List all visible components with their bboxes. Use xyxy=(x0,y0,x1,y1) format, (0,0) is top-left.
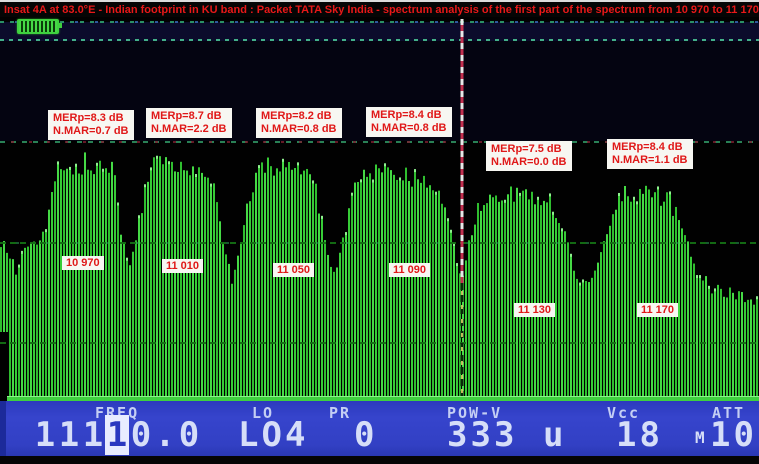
battery-icon xyxy=(17,19,59,34)
status-bar: FREQ LO PR POW-V Vcc ATT 11110.0 LO4 0 3… xyxy=(0,401,759,456)
nmar-value: N.MAR=0.8 dB xyxy=(261,123,337,136)
freq-digit[interactable]: 1 xyxy=(33,415,57,455)
nmar-value: N.MAR=1.1 dB xyxy=(612,154,688,167)
powv-value: 333 xyxy=(447,415,517,455)
merp-value: MERp=7.5 dB xyxy=(491,143,567,156)
freq-digit[interactable]: 1 xyxy=(57,415,81,455)
merp-value: MERp=8.3 dB xyxy=(53,112,129,125)
att-mode-prefix: M xyxy=(695,428,705,447)
pr-value[interactable]: 0 xyxy=(354,415,377,455)
transponder-annotation: MERp=8.7 dB N.MAR=2.2 dB xyxy=(146,108,232,138)
pr-header: PR xyxy=(329,404,351,422)
bottom-bezel xyxy=(0,456,759,464)
freq-digit[interactable]: 1 xyxy=(81,415,105,455)
spectrum-plot xyxy=(0,0,759,464)
transponder-annotation: MERp=8.2 dB N.MAR=0.8 dB xyxy=(256,108,342,138)
nmar-value: N.MAR=0.8 dB xyxy=(371,122,447,135)
lo-value[interactable]: LO4 xyxy=(238,415,308,455)
frequency-input[interactable]: 11110.0 xyxy=(33,415,201,455)
nmar-value: N.MAR=0.0 dB xyxy=(491,156,567,169)
frequency-label: 11 010 xyxy=(162,259,203,273)
page-title: Insat 4A at 83.0°E - Indian footprint in… xyxy=(4,4,759,16)
nmar-value: N.MAR=2.2 dB xyxy=(151,123,227,136)
freq-digit[interactable]: 0 xyxy=(129,415,153,455)
freq-cursor-digit[interactable]: 1 xyxy=(105,415,129,455)
frequency-label: 10 970 xyxy=(62,256,104,270)
merp-value: MERp=8.2 dB xyxy=(261,110,337,123)
vcc-value[interactable]: 18 xyxy=(616,415,663,455)
merp-value: MERp=8.4 dB xyxy=(612,141,688,154)
transponder-annotation: MERp=8.4 dB N.MAR=1.1 dB xyxy=(607,139,693,169)
merp-value: MERp=8.7 dB xyxy=(151,110,227,123)
freq-digit[interactable]: . xyxy=(153,415,177,455)
frequency-label: 11 130 xyxy=(514,303,555,317)
merp-value: MERp=8.4 dB xyxy=(371,109,447,122)
powv-unit: u xyxy=(543,415,566,455)
transponder-annotation: MERp=8.3 dB N.MAR=0.7 dB xyxy=(48,110,134,140)
transponder-annotation: MERp=8.4 dB N.MAR=0.8 dB xyxy=(366,107,452,137)
frequency-label: 11 050 xyxy=(273,263,314,277)
frequency-label: 11 090 xyxy=(389,263,430,277)
title-bar: Insat 4A at 83.0°E - Indian footprint in… xyxy=(0,0,759,17)
freq-digit[interactable]: 0 xyxy=(177,415,201,455)
spectrum-analyzer-screen: Insat 4A at 83.0°E - Indian footprint in… xyxy=(0,0,759,464)
att-value[interactable]: 10 xyxy=(710,415,757,455)
frequency-label: 11 170 xyxy=(637,303,678,317)
nmar-value: N.MAR=0.7 dB xyxy=(53,125,129,138)
transponder-annotation: MERp=7.5 dB N.MAR=0.0 dB xyxy=(486,141,572,171)
